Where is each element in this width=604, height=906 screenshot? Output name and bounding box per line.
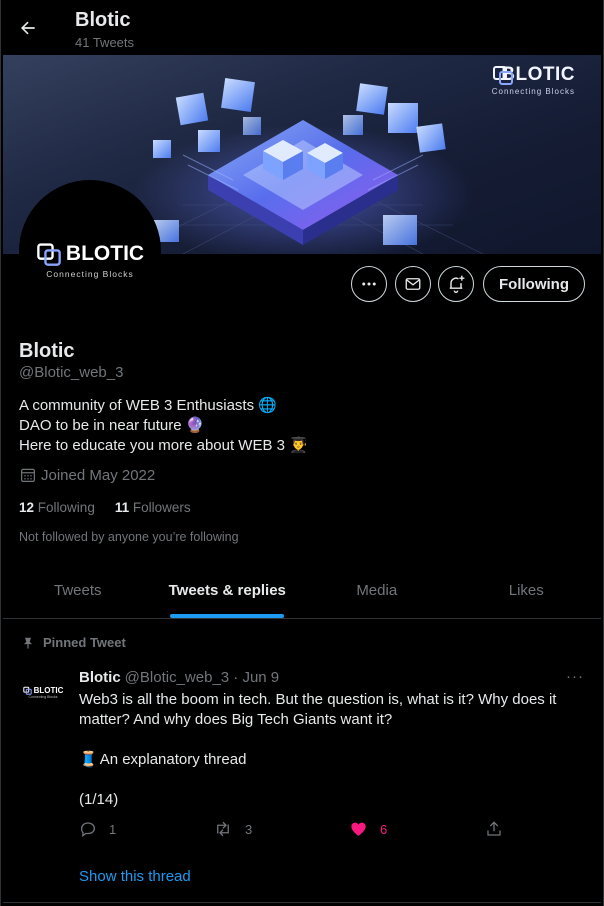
profile-avatar[interactable]: BLOTIC Connecting Blocks [19, 180, 161, 322]
followers-count: 11 [114, 500, 130, 515]
message-button[interactable] [395, 266, 431, 302]
retweet-button[interactable]: 3 [213, 820, 252, 838]
back-button[interactable] [11, 11, 45, 45]
bio-text: A community of WEB 3 Enthusiasts [19, 397, 255, 414]
followers-label: Followers [132, 500, 191, 515]
reply-button[interactable]: 1 [79, 820, 116, 838]
tweet-paragraph: Web3 is all the boom in tech. But the qu… [79, 691, 557, 728]
tweet-more-button[interactable]: ··· [566, 668, 584, 685]
bio-line: Here to educate you more about WEB 3 👨‍🎓 [19, 436, 308, 456]
page-title: Blotic [75, 9, 131, 31]
pinned-text: Pinned Tweet [43, 635, 126, 650]
more-icon [362, 282, 376, 286]
followers-link[interactable]: 11 Followers [115, 500, 191, 515]
like-count: 6 [380, 821, 388, 837]
bio-line: A community of WEB 3 Enthusiasts 🌐 [19, 396, 308, 416]
profile-name: Blotic [19, 340, 75, 362]
pinned-label: Pinned Tweet [21, 635, 126, 650]
calendar-icon [21, 468, 35, 482]
joined-text: Joined May 2022 [41, 466, 156, 484]
bio-line: DAO to be in near future 🔮 [19, 416, 308, 436]
share-button[interactable] [485, 820, 503, 838]
active-tab-indicator [170, 614, 285, 618]
tweet-body[interactable]: Web3 is all the boom in tech. But the qu… [79, 690, 579, 830]
tab-tweets[interactable]: Tweets [3, 562, 153, 618]
crystal-ball-icon: 🔮 [185, 417, 205, 434]
tweet-avatar[interactable]: BLOTIC Connecting Blocks [19, 668, 67, 716]
follow-counts: 12 Following 11 Followers [19, 500, 191, 515]
avatar-logo-text: BLOTIC [65, 242, 145, 265]
following-count: 12 [19, 500, 35, 515]
blotic-logo-icon [492, 66, 513, 85]
tab-tweets-replies[interactable]: Tweets & replies [153, 562, 303, 618]
profile-handle: @Blotic_web_3 [19, 364, 124, 381]
arrow-left-icon [21, 21, 35, 35]
bio-text: DAO to be in near future [19, 417, 182, 434]
top-bar: Blotic 41 Tweets [1, 0, 604, 54]
reply-icon [80, 822, 96, 838]
tweet-paragraph-text: An explanatory thread [99, 751, 247, 768]
pin-icon [23, 637, 33, 649]
tweet-handle-date[interactable]: @Blotic_web_3 · Jun 9 [125, 669, 279, 686]
retweet-count: 3 [245, 821, 253, 837]
profile-column: Blotic 41 Tweets BLOTIC Connecting Block… [0, 0, 604, 906]
following-link[interactable]: 12 Following [19, 500, 95, 515]
share-icon [487, 821, 501, 836]
tab-likes[interactable]: Likes [452, 562, 602, 618]
tweet-count: 41 Tweets [75, 35, 135, 50]
tab-label: Tweets & replies [168, 581, 286, 599]
mail-icon [405, 278, 421, 290]
banner-tagline: Connecting Blocks [491, 87, 575, 96]
bell-plus-icon [449, 275, 465, 293]
tweet-author[interactable]: Blotic [79, 669, 121, 686]
tab-label: Media [356, 581, 398, 599]
thread-icon: 🧵 [79, 751, 98, 768]
globe-icon: 🌐 [258, 397, 277, 414]
notify-button[interactable] [438, 266, 474, 302]
bio-text: Here to educate you more about WEB 3 [19, 437, 285, 454]
divider [3, 902, 601, 903]
reply-count: 1 [109, 821, 117, 837]
banner-logo: BLOTIC Connecting Blocks [492, 64, 575, 96]
profile-bio: A community of WEB 3 Enthusiasts 🌐 DAO t… [19, 396, 308, 456]
like-button[interactable]: 6 [349, 820, 387, 838]
heart-filled-icon [351, 822, 366, 836]
tweet-paragraph: 🧵 An explanatory thread [79, 750, 579, 770]
tweet-paragraph: (1/14) [79, 791, 119, 808]
avatar-tagline: Connecting Blocks [46, 269, 134, 279]
tab-label: Likes [508, 581, 544, 599]
tab-media[interactable]: Media [302, 562, 452, 618]
tab-label: Tweets [53, 581, 102, 599]
retweet-icon [217, 821, 229, 837]
tweet-avatar-tagline: Connecting Blocks [28, 694, 58, 699]
more-button[interactable] [351, 266, 387, 302]
profile-tabs: Tweets Tweets & replies Media Likes [3, 562, 601, 619]
following-button[interactable]: Following [483, 266, 585, 302]
show-thread-link[interactable]: Show this thread [79, 868, 191, 885]
tweet-header: Blotic @Blotic_web_3 · Jun 9 [79, 669, 279, 686]
student-icon: 👨‍🎓 [288, 437, 308, 454]
not-followed-text: Not followed by anyone you’re following [19, 530, 239, 544]
blotic-logo-icon [37, 243, 61, 266]
tweet-avatar-text: BLOTIC [33, 685, 64, 695]
blotic-logo-icon [22, 686, 32, 695]
joined-date: Joined May 2022 [19, 466, 155, 484]
tweet-actions: 1 3 6 [79, 820, 509, 842]
following-label: Following [37, 500, 95, 515]
